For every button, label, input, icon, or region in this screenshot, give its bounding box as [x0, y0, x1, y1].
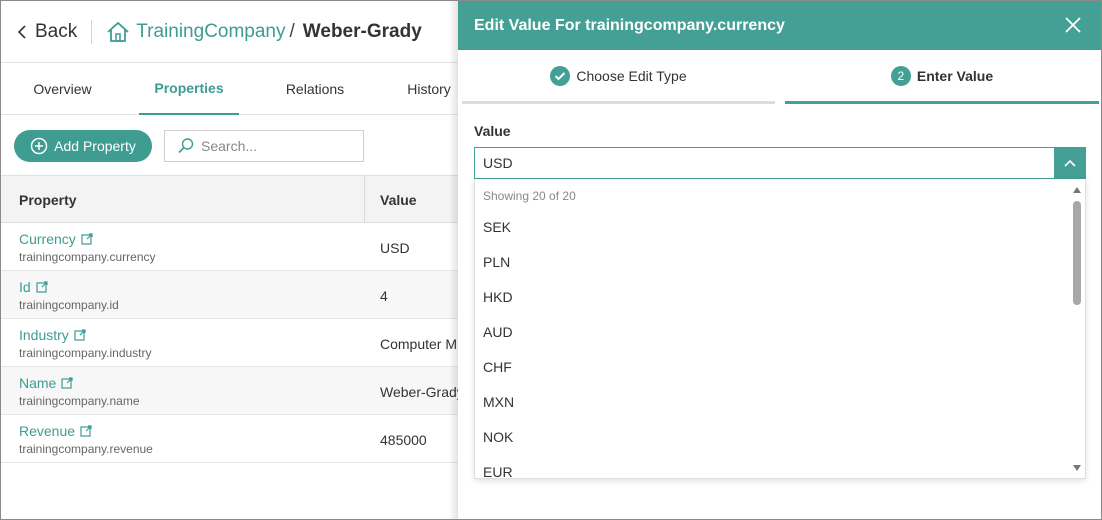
- step-label: Enter Value: [916, 67, 994, 84]
- close-button[interactable]: [1063, 15, 1083, 35]
- property-value: 485000: [380, 432, 427, 448]
- dropdown-option[interactable]: HKD: [475, 279, 1071, 314]
- search-box: [164, 130, 364, 162]
- external-link-icon[interactable]: [81, 233, 93, 245]
- dropdown-option[interactable]: NOK: [475, 419, 1071, 454]
- column-header-property[interactable]: Property: [19, 192, 77, 208]
- external-link-icon[interactable]: [61, 377, 73, 389]
- tab-properties[interactable]: Properties: [139, 63, 239, 115]
- back-label: Back: [35, 20, 78, 42]
- check-circle-icon: [550, 65, 571, 86]
- dropdown-list: Showing 20 of 20 SEK PLN HKD AUD CHF MXN…: [474, 179, 1086, 479]
- panel-title: Edit Value For trainingcompany.currency: [474, 16, 785, 34]
- edit-value-panel: Edit Value For trainingcompany.currency …: [458, 1, 1101, 519]
- property-name[interactable]: Revenue: [19, 423, 75, 439]
- dropdown-option[interactable]: SEK: [475, 209, 1071, 244]
- property-key: trainingcompany.currency: [19, 250, 156, 264]
- property-link[interactable]: Currency: [19, 231, 93, 247]
- dropdown-toggle-button[interactable]: [1054, 148, 1085, 178]
- scroll-down-arrow-icon[interactable]: [1072, 463, 1082, 473]
- app-window: Back TrainingCompany / Weber-Grady Overv…: [0, 0, 1102, 520]
- property-name[interactable]: Id: [19, 279, 31, 295]
- add-property-label: Add Property: [54, 138, 136, 154]
- property-link[interactable]: Name: [19, 375, 73, 391]
- add-circle-icon: [30, 137, 48, 155]
- chevron-left-icon: [17, 24, 26, 39]
- property-key: trainingcompany.name: [19, 394, 140, 408]
- property-name[interactable]: Currency: [19, 231, 76, 247]
- scroll-up-arrow-icon[interactable]: [1072, 185, 1082, 195]
- external-link-icon[interactable]: [36, 281, 48, 293]
- panel-header: Edit Value For trainingcompany.currency: [458, 1, 1101, 50]
- options-count: Showing 20 of 20: [483, 189, 576, 203]
- property-name[interactable]: Industry: [19, 327, 69, 343]
- close-icon: [1065, 17, 1081, 33]
- home-icon: [106, 21, 130, 43]
- selected-value[interactable]: USD: [475, 155, 1054, 171]
- scrollbar-thumb[interactable]: [1073, 201, 1081, 305]
- breadcrumb-current: Weber-Grady: [302, 20, 422, 42]
- external-link-icon[interactable]: [74, 329, 86, 341]
- property-link[interactable]: Id: [19, 279, 48, 295]
- add-property-button[interactable]: Add Property: [14, 130, 152, 162]
- step-enter-value[interactable]: 2 Enter Value: [785, 50, 1099, 104]
- property-value: 4: [380, 288, 388, 304]
- property-value: USD: [380, 240, 410, 256]
- property-key: trainingcompany.revenue: [19, 442, 153, 456]
- divider: [91, 19, 93, 44]
- dropdown-option[interactable]: MXN: [475, 384, 1071, 419]
- value-field-label: Value: [474, 123, 511, 139]
- step-label: Choose Edit Type: [576, 67, 687, 84]
- property-key: trainingcompany.id: [19, 298, 119, 312]
- tab-overview[interactable]: Overview: [14, 63, 111, 115]
- step-number-badge: 2: [890, 65, 911, 86]
- search-input[interactable]: [201, 138, 351, 154]
- currency-select[interactable]: USD: [474, 147, 1086, 179]
- breadcrumb-separator: /: [289, 20, 295, 42]
- dropdown-scrollbar[interactable]: [1069, 179, 1085, 478]
- dropdown-option[interactable]: AUD: [475, 314, 1071, 349]
- property-name[interactable]: Name: [19, 375, 56, 391]
- chevron-up-icon: [1063, 159, 1076, 167]
- search-icon: [178, 138, 194, 154]
- dropdown-option[interactable]: EUR: [475, 454, 1071, 479]
- property-key: trainingcompany.industry: [19, 346, 152, 360]
- breadcrumb-link-trainingcompany[interactable]: TrainingCompany: [136, 21, 285, 43]
- dropdown-option[interactable]: PLN: [475, 244, 1071, 279]
- external-link-icon[interactable]: [80, 425, 92, 437]
- tab-relations[interactable]: Relations: [267, 63, 363, 115]
- property-value: Computer M: [380, 336, 458, 352]
- back-button[interactable]: Back: [17, 21, 77, 43]
- column-divider[interactable]: [364, 176, 365, 222]
- breadcrumb: TrainingCompany / Weber-Grady: [106, 21, 422, 43]
- dropdown-option[interactable]: CHF: [475, 349, 1071, 384]
- property-link[interactable]: Industry: [19, 327, 86, 343]
- column-header-value[interactable]: Value: [380, 192, 417, 208]
- stepper: Choose Edit Type 2 Enter Value: [462, 50, 1099, 104]
- property-link[interactable]: Revenue: [19, 423, 92, 439]
- step-choose-edit-type[interactable]: Choose Edit Type: [462, 50, 775, 104]
